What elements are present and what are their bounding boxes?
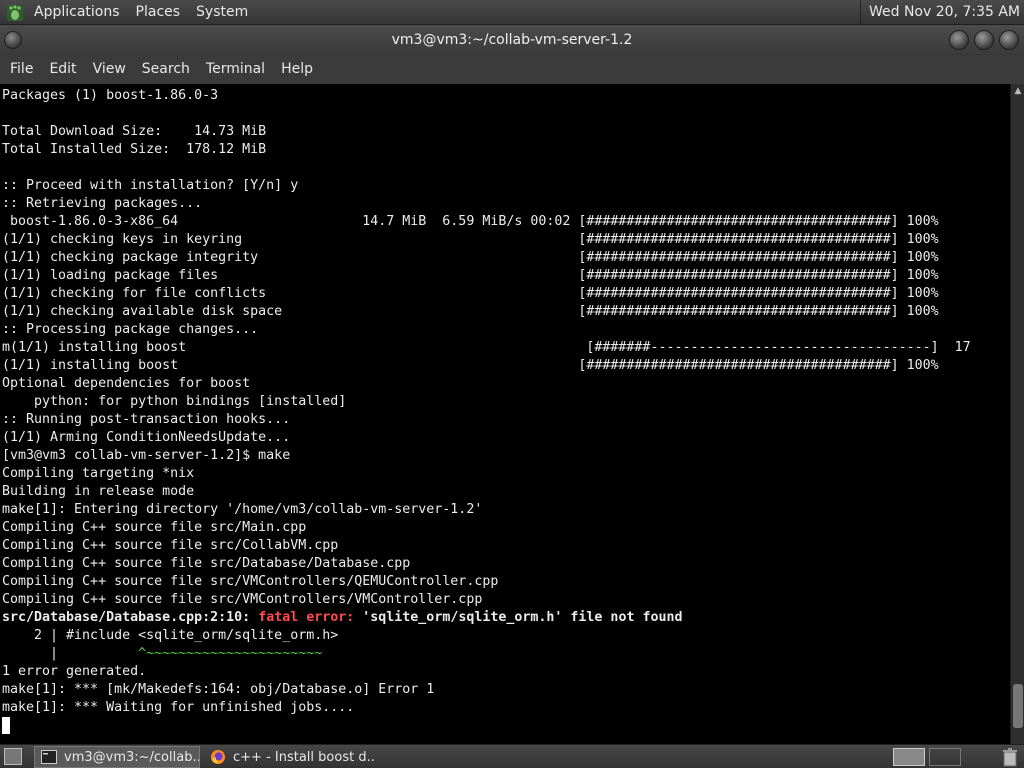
menu-view[interactable]: View: [85, 55, 134, 84]
terminal-line: make[1]: Entering directory '/home/vm3/c…: [2, 502, 483, 517]
window-menu-icon[interactable]: [4, 31, 22, 49]
terminal-line: boost-1.86.0-3-x86_64 14.7 MiB 6.59 MiB/…: [2, 214, 939, 229]
terminal-line: Packages (1) boost-1.86.0-3: [2, 88, 219, 103]
error-label: fatal error:: [258, 610, 363, 625]
terminal-line: (1/1) loading package files [###########…: [2, 268, 939, 283]
close-button[interactable]: [999, 30, 1019, 50]
taskbar-item-terminal[interactable]: vm3@vm3:~/collab...: [34, 746, 200, 768]
window-title: vm3@vm3:~/collab-vm-server-1.2: [391, 32, 633, 48]
terminal-line: (1/1) checking for file conflicts [#####…: [2, 286, 939, 301]
firefox-icon: [211, 750, 225, 764]
terminal-line: (1/1) installing boost [################…: [2, 358, 939, 373]
terminal-line: (1/1) checking keys in keyring [########…: [2, 232, 939, 247]
terminal-line: :: Retrieving packages...: [2, 196, 203, 211]
bottom-taskbar: vm3@vm3:~/collab... c++ - Install boost …: [0, 744, 1024, 768]
terminal-line: python: for python bindings [installed]: [2, 394, 347, 409]
taskbar-item-label: vm3@vm3:~/collab...: [64, 749, 200, 765]
terminal-line: Compiling C++ source file src/VMControll…: [2, 574, 499, 589]
terminal-line: (1/1) Arming ConditionNeedsUpdate...: [2, 430, 291, 445]
menu-file[interactable]: File: [2, 55, 41, 84]
terminal-line: Building in release mode: [2, 484, 195, 499]
scrollbar-thumb[interactable]: [1013, 684, 1023, 728]
terminal-line: (1/1) checking package integrity [######…: [2, 250, 939, 265]
terminal-line: make[1]: *** Waiting for unfinished jobs…: [2, 700, 355, 715]
system-menu[interactable]: System: [188, 0, 256, 25]
terminal-line: Total Installed Size: 178.12 MiB: [2, 142, 267, 157]
menu-edit[interactable]: Edit: [41, 55, 84, 84]
caret-marker: ^~~~~~~~~~~~~~~~~~~~~~~: [138, 646, 323, 661]
minimize-button[interactable]: [949, 30, 969, 50]
terminal-line: 1 error generated.: [2, 664, 147, 679]
terminal-line: Optional dependencies for boost: [2, 376, 251, 391]
terminal-line: Compiling C++ source file src/Main.cpp: [2, 520, 307, 535]
terminal-scrollbar[interactable]: ▲: [1010, 84, 1024, 744]
error-message: 'sqlite_orm/sqlite_orm.h' file not found: [362, 610, 683, 625]
window-titlebar[interactable]: vm3@vm3:~/collab-vm-server-1.2: [0, 25, 1024, 55]
terminal-line: m(1/1) installing boost [#######--------…: [2, 340, 971, 355]
menu-terminal[interactable]: Terminal: [198, 55, 273, 84]
terminal-line: make[1]: *** [mk/Makedefs:164: obj/Datab…: [2, 682, 435, 697]
menu-help[interactable]: Help: [273, 55, 321, 84]
taskbar-item-firefox[interactable]: c++ - Install boost d...: [204, 746, 374, 768]
taskbar-item-label: c++ - Install boost d...: [233, 749, 374, 765]
trash-icon[interactable]: [1002, 747, 1018, 767]
terminal-line: (1/1) checking available disk space [###…: [2, 304, 939, 319]
terminal-icon: [41, 750, 57, 764]
workspace-2-button[interactable]: [929, 748, 961, 766]
prompt-line[interactable]: [2, 717, 1010, 735]
scroll-up-arrow-icon[interactable]: ▲: [1011, 84, 1024, 98]
terminal-line: Compiling C++ source file src/CollabVM.c…: [2, 538, 339, 553]
maximize-button[interactable]: [974, 30, 994, 50]
terminal-line: :: Running post-transaction hooks...: [2, 412, 291, 427]
workspace-1-button[interactable]: [893, 748, 925, 766]
show-desktop-icon[interactable]: [4, 748, 22, 765]
applications-menu[interactable]: Applications: [26, 0, 128, 25]
places-menu[interactable]: Places: [128, 0, 189, 25]
panel-menus: Applications Places System: [6, 0, 256, 25]
source-line: 2 | #include <sqlite_orm/sqlite_orm.h>: [2, 628, 339, 643]
error-location: src/Database/Database.cpp:2:10:: [2, 610, 259, 625]
terminal-line: :: Proceed with installation? [Y/n] y: [2, 178, 299, 193]
terminal-line: :: Processing package changes...: [2, 322, 259, 337]
text-cursor: [2, 717, 10, 734]
terminal-line: Compiling targeting *nix: [2, 466, 195, 481]
terminal-output[interactable]: Packages (1) boost-1.86.0-3 Total Downlo…: [0, 84, 1010, 744]
terminal-menubar: File Edit View Search Terminal Help: [0, 55, 1024, 84]
clock[interactable]: Wed Nov 20, 7:35 AM: [859, 0, 1020, 25]
terminal-line: Compiling C++ source file src/VMControll…: [2, 592, 483, 607]
caret-prefix: |: [2, 646, 139, 661]
caret-line: | ^~~~~~~~~~~~~~~~~~~~~~~: [2, 645, 1010, 663]
terminal-line: Compiling C++ source file src/Database/D…: [2, 556, 411, 571]
top-panel: Applications Places System Wed Nov 20, 7…: [0, 0, 1024, 25]
terminal-line: [vm3@vm3 collab-vm-server-1.2]$ make: [2, 448, 291, 463]
gnome-foot-icon[interactable]: [6, 4, 24, 22]
compiler-error-line: src/Database/Database.cpp:2:10: fatal er…: [2, 609, 1010, 627]
terminal-line: Total Download Size: 14.73 MiB: [2, 124, 267, 139]
menu-search[interactable]: Search: [134, 55, 198, 84]
